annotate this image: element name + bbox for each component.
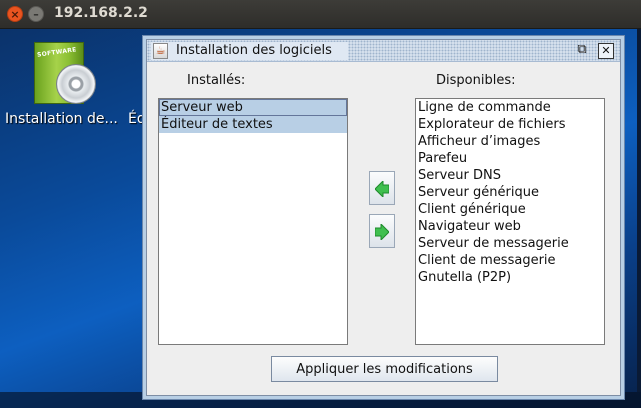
host-close-button[interactable]: × xyxy=(7,6,23,22)
list-item[interactable]: Navigateur web xyxy=(416,218,604,235)
installed-label: Installés: xyxy=(187,73,246,88)
dialog-titlebar[interactable]: ☕ Installation des logiciels ⧉ ✕ xyxy=(147,40,620,62)
list-item[interactable]: Client de messagerie xyxy=(416,252,604,269)
list-item[interactable]: Éditeur de textes xyxy=(159,116,347,133)
list-item[interactable]: Client générique xyxy=(416,201,604,218)
host-window-title: 192.168.2.2 xyxy=(54,5,148,21)
list-item[interactable]: Serveur DNS xyxy=(416,167,604,184)
desktop-icon-label-second[interactable]: Éd xyxy=(128,111,146,127)
close-icon[interactable]: ✕ xyxy=(598,43,614,59)
desktop-icon-label[interactable]: Installation de... xyxy=(5,111,118,127)
list-item[interactable]: Ligne de commande xyxy=(416,99,604,116)
list-item[interactable]: Afficheur d’images xyxy=(416,133,604,150)
host-minimize-button[interactable]: – xyxy=(28,6,44,22)
software-install-dialog: ☕ Installation des logiciels ⧉ ✕ Install… xyxy=(146,39,621,396)
arrow-left-icon xyxy=(375,181,389,197)
software-desktop-icon[interactable]: SOFTWARE xyxy=(28,42,98,108)
apply-changes-button[interactable]: Appliquer les modifications xyxy=(271,356,498,382)
arrow-right-icon xyxy=(375,224,389,240)
installed-list[interactable]: Serveur web Éditeur de textes xyxy=(158,98,348,345)
host-titlebar: × – 192.168.2.2 xyxy=(0,0,641,29)
move-left-button[interactable] xyxy=(369,171,395,205)
list-item[interactable]: Gnutella (P2P) xyxy=(416,269,604,286)
list-item[interactable]: Explorateur de fichiers xyxy=(416,116,604,133)
restore-icon[interactable]: ⧉ xyxy=(574,43,590,59)
list-item[interactable]: Serveur de messagerie xyxy=(416,235,604,252)
dialog-title: Installation des logiciels xyxy=(176,43,332,58)
list-item[interactable]: Serveur web xyxy=(159,99,347,116)
list-item[interactable]: Parefeu xyxy=(416,150,604,167)
available-list[interactable]: Ligne de commande Explorateur de fichier… xyxy=(415,98,605,345)
desktop-right-edge xyxy=(637,29,641,392)
available-label: Disponibles: xyxy=(436,73,516,88)
software-box-text: SOFTWARE xyxy=(36,46,78,59)
move-right-button[interactable] xyxy=(369,214,395,248)
java-app-icon: ☕ xyxy=(153,43,168,59)
cd-icon xyxy=(56,64,96,104)
list-item[interactable]: Serveur générique xyxy=(416,184,604,201)
